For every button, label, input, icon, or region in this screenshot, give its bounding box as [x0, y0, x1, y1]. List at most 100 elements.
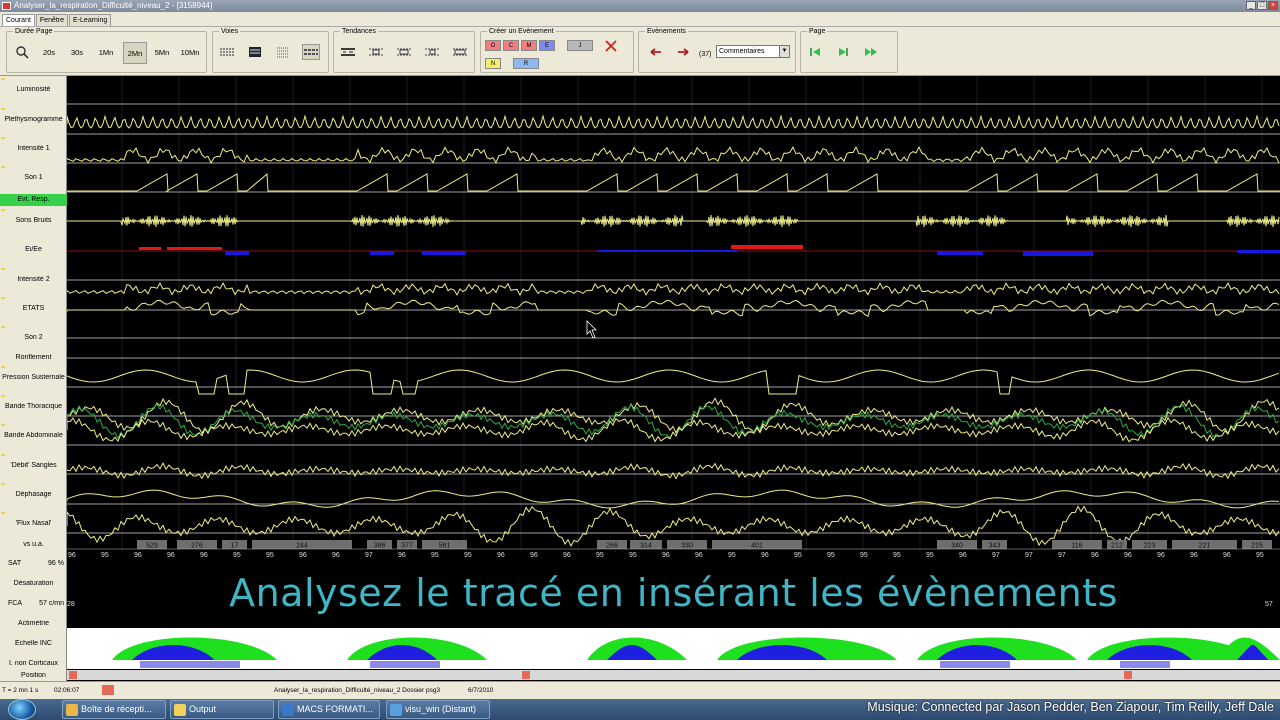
- sat-value-tick: 96: [563, 552, 571, 559]
- channel-label-luminosite[interactable]: Luminosité: [0, 86, 67, 93]
- trend-2-icon[interactable]: [368, 45, 384, 59]
- duration-5mn-button[interactable]: 5Mn: [151, 42, 173, 64]
- duration-1mn-button[interactable]: 1Mn: [95, 42, 117, 64]
- tab-fenetre[interactable]: Fenêtre: [35, 14, 69, 26]
- duration-2mn-button[interactable]: 2Mn: [123, 42, 147, 64]
- event-m-button[interactable]: M: [521, 40, 537, 51]
- trend-4-icon[interactable]: [424, 45, 440, 59]
- channel-label-etats[interactable]: ETATS: [0, 305, 67, 312]
- remote-desktop-icon: [390, 704, 402, 716]
- etats-trace: [67, 299, 1280, 318]
- non-corticaux-event: [940, 661, 1010, 668]
- event-n-button[interactable]: N: [485, 58, 501, 69]
- vs-value: 276: [191, 543, 203, 550]
- non-corticaux-event: [370, 661, 440, 668]
- channel-label-sat[interactable]: SAT 96 %: [0, 560, 67, 567]
- channel-label-position[interactable]: Position: [0, 672, 67, 679]
- sat-value-tick: 95: [728, 552, 736, 559]
- start-button[interactable]: [8, 699, 36, 720]
- sat-value-tick: 95: [860, 552, 868, 559]
- channels-view-1-icon[interactable]: [219, 45, 235, 59]
- ribbon-tabs: Courant Fenêtre E-Learning: [0, 12, 1280, 27]
- group-voies: Voies: [212, 28, 329, 73]
- minimize-button[interactable]: _: [1246, 1, 1256, 10]
- channel-label-intensite-2[interactable]: Intensité 2: [0, 276, 67, 283]
- channel-label-debit-sangles[interactable]: 'Débit' Sangles: [0, 462, 67, 469]
- event-r-button[interactable]: R: [513, 58, 539, 69]
- channel-label-son-1[interactable]: Son 1: [0, 174, 67, 181]
- taskbar-item-label: Output: [189, 704, 217, 714]
- channels-view-3-icon[interactable]: [275, 45, 291, 59]
- group-title-evenements: Evènements: [645, 28, 688, 35]
- channel-label-evt-resp[interactable]: Evt. Resp.: [0, 194, 67, 206]
- previous-event-icon[interactable]: [648, 45, 664, 59]
- channel-label-sons-bruits[interactable]: Sons Bruits: [0, 217, 67, 224]
- intensite-2-trace: [67, 282, 1280, 297]
- taskbar-item-output[interactable]: Output: [170, 700, 274, 719]
- channel-label-echelle-inc[interactable]: Echelle INC: [0, 640, 67, 647]
- trend-3-icon[interactable]: [396, 45, 412, 59]
- next-page-icon[interactable]: [835, 45, 851, 59]
- channel-labels: Luminosité Plethysmogramme Intensité 1 S…: [0, 76, 67, 681]
- first-page-icon[interactable]: [807, 45, 823, 59]
- chevron-down-icon[interactable]: ▼: [779, 46, 789, 57]
- sat-value-tick: 96: [134, 552, 142, 559]
- event-c-button[interactable]: C: [503, 40, 519, 51]
- channel-label-son-2[interactable]: Son 2: [0, 334, 67, 341]
- event-o-button[interactable]: O: [485, 40, 501, 51]
- channel-label-desaturation[interactable]: Désaturation: [0, 580, 67, 587]
- tab-courant[interactable]: Courant: [2, 14, 35, 26]
- duration-30s-button[interactable]: 30s: [67, 42, 87, 64]
- trend-1-icon[interactable]: [340, 45, 356, 59]
- event-j-button[interactable]: J: [567, 40, 593, 51]
- sat-value-tick: 96: [1223, 552, 1231, 559]
- channel-label-pression-susternale[interactable]: Pression Susternale: [0, 374, 67, 381]
- tab-elearning[interactable]: E-Learning: [69, 14, 112, 26]
- duration-20s-button[interactable]: 20s: [39, 42, 59, 64]
- channel-label-dephasage[interactable]: Déphasage: [0, 491, 67, 498]
- zoom-icon[interactable]: [15, 45, 31, 59]
- event-type-select[interactable]: Commentaires ▼: [716, 45, 790, 58]
- group-title-voies: Voies: [219, 28, 241, 35]
- channel-marker: [1, 395, 5, 397]
- maximize-button[interactable]: □: [1257, 1, 1267, 10]
- channel-label-bande-thoracique[interactable]: Bande Thoracique: [0, 403, 67, 410]
- next-event-icon[interactable]: [675, 45, 691, 59]
- event-type-select-value: Commentaires: [719, 48, 765, 55]
- taskbar-item-visu-win[interactable]: visu_win (Distant): [386, 700, 490, 719]
- taskbar-item-macs[interactable]: MACS FORMATI...: [278, 700, 380, 719]
- channel-label-bande-abdominale[interactable]: Bande Abdominale: [0, 432, 67, 439]
- close-button[interactable]: ×: [1268, 1, 1278, 10]
- vs-value: 529: [146, 543, 158, 550]
- channel-label-ronflement[interactable]: Ronflement: [0, 354, 67, 361]
- position-marker: [522, 671, 530, 679]
- vs-value: 223: [1144, 543, 1156, 550]
- trend-5-icon[interactable]: [452, 45, 468, 59]
- vs-value: 330: [681, 543, 693, 550]
- last-page-icon[interactable]: [863, 45, 879, 59]
- vs-value: 244: [296, 543, 308, 550]
- plethysmogram-trace: [67, 114, 1280, 129]
- channel-label-flux-nasal[interactable]: 'Flux Nasal': [0, 520, 67, 527]
- channels-view-4-icon[interactable]: [302, 44, 320, 60]
- duration-10mn-button[interactable]: 10Mn: [178, 42, 202, 64]
- channel-label-non-corticaux[interactable]: I. non Corticaux: [0, 660, 67, 667]
- vs-value: 215: [1251, 543, 1263, 550]
- channels-view-2-icon[interactable]: [247, 45, 263, 59]
- channel-marker: [1, 454, 5, 456]
- channel-label-vs-ua[interactable]: vs u.a.: [0, 541, 67, 548]
- sat-value-tick: 96: [695, 552, 703, 559]
- channel-marker: [1, 268, 5, 270]
- signal-traces[interactable]: 529 276 17 244 386 377 581 266 314 330 401 340 343 11…: [67, 76, 1280, 551]
- channel-label-ei-ee[interactable]: Ei/Ee: [0, 246, 67, 253]
- sat-value-tick: 96: [398, 552, 406, 559]
- event-e-button[interactable]: E: [539, 40, 555, 51]
- channel-label-actimetrie[interactable]: Actimétrie: [0, 620, 67, 627]
- channel-label-intensite-1[interactable]: Intensité 1: [0, 145, 67, 152]
- trend-bands[interactable]: [67, 628, 1280, 681]
- channel-label-plethysmogramme[interactable]: Plethysmogramme: [0, 116, 67, 123]
- channel-label-fca[interactable]: FCA 57 c/mn: [0, 600, 67, 607]
- taskbar-item-inbox[interactable]: Boîte de récepti...: [62, 700, 166, 719]
- delete-event-icon[interactable]: [603, 39, 619, 53]
- mouse-cursor-icon: [586, 320, 597, 339]
